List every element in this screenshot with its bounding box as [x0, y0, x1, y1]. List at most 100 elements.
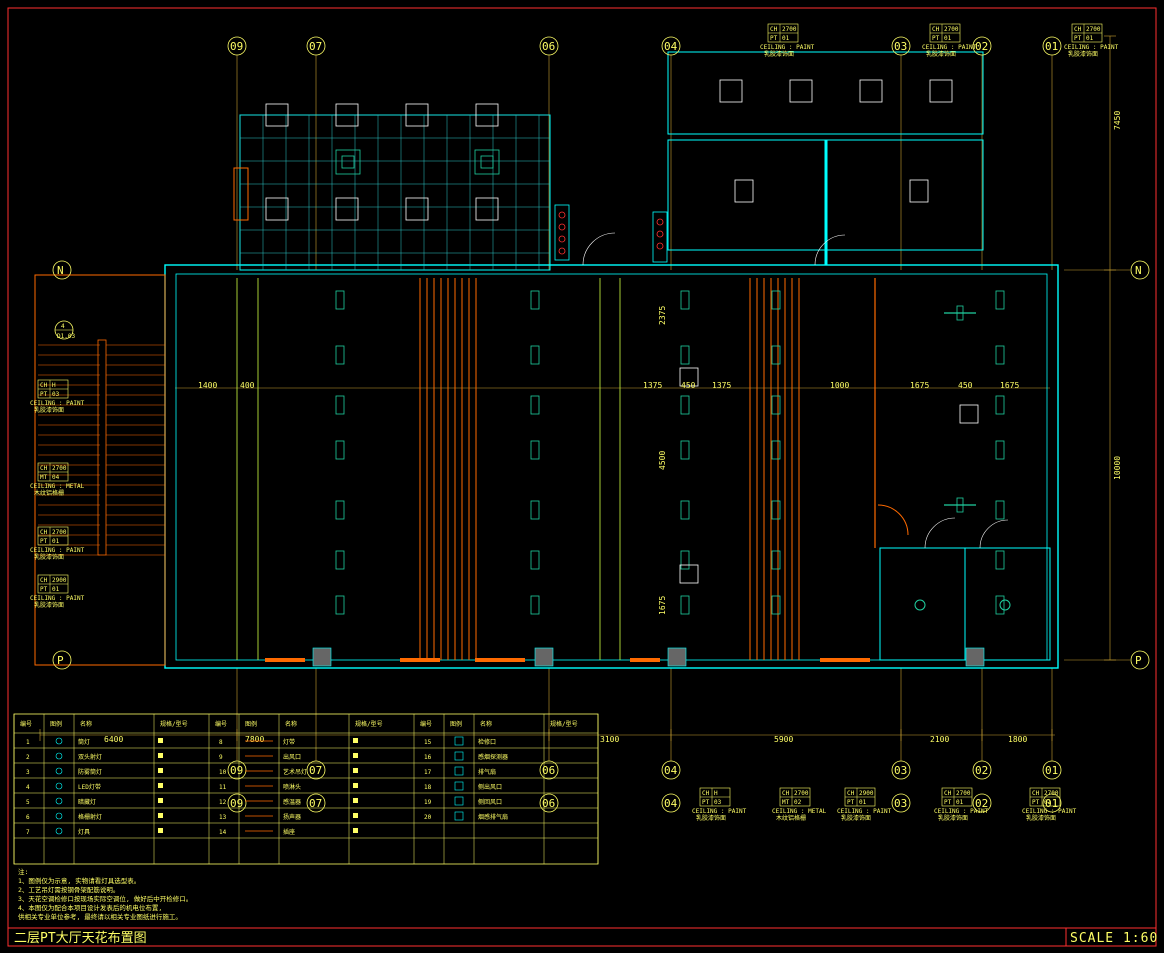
legend-header: 名称: [80, 720, 92, 728]
legend-no: 16: [424, 754, 432, 761]
legend-no: 1: [26, 739, 30, 746]
ceiling-tag-caption: CEILING : PAINT: [837, 808, 892, 815]
ceiling-tag-code: PT: [1074, 35, 1082, 42]
ceiling-tag-caption: CEILING : PAINT: [922, 44, 977, 51]
upper-diffuser: [719, 79, 743, 103]
ceiling-tag-code-value: 01: [52, 586, 60, 593]
legend-symbol: [454, 751, 464, 761]
ceiling-tag-material: 乳胶漆饰面: [696, 814, 726, 822]
ceiling-tag-caption: CEILING : PAINT: [934, 808, 989, 815]
ceiling-tag-material: 木纹铝格栅: [776, 814, 806, 822]
legend-spec-mark: [353, 753, 358, 758]
grid-axes: 09 07 06 04 03 02 0109090707060604040303020201…: [52, 36, 1150, 813]
linear-light: [680, 395, 690, 415]
legend-no: 2: [26, 754, 30, 761]
linear-light: [335, 550, 345, 570]
floor-strip: [475, 658, 525, 662]
axis-label-top: 07: [309, 40, 322, 53]
linear-light: [530, 500, 540, 520]
ceiling-tags: CH 2700PT 01CEILING : PAINT乳胶漆饰面CH 2700PT 01…: [30, 23, 1119, 822]
legend-spec-mark: [353, 738, 358, 743]
linear-light: [771, 440, 781, 460]
ceiling-tag-height: 2700: [782, 26, 797, 33]
linear-light: [335, 290, 345, 310]
exhaust-fan: [734, 179, 754, 203]
red-outlet: [656, 242, 664, 250]
linear-light: [771, 290, 781, 310]
legend-name: 侧回风口: [478, 798, 502, 806]
ceiling-tag-ch: CH: [40, 382, 48, 389]
ceiling-tag-height: 2900: [859, 790, 874, 797]
floor-strip: [630, 658, 660, 662]
legend-name: 暗藏灯: [78, 798, 96, 806]
ceiling-tag-code-value: 04: [52, 474, 60, 481]
legend-name: 烟感排气扇: [478, 813, 508, 821]
legend-name: 筒灯: [78, 738, 90, 746]
ceiling-tag-code-value: 02: [794, 799, 802, 806]
legend-symbol: [55, 767, 63, 775]
legend-spec-mark: [158, 753, 163, 758]
legend-no: 5: [26, 799, 30, 806]
ceiling-tag-code: MT: [782, 799, 790, 806]
drawing-scale: SCALE 1:60: [1070, 931, 1158, 946]
legend-symbol: [55, 797, 63, 805]
axis-label-bottom: 01: [1045, 764, 1058, 777]
upper-right-room: [667, 51, 984, 135]
ceiling-tag-code: PT: [702, 799, 710, 806]
legend-no: 3: [26, 769, 30, 776]
linear-light: [335, 345, 345, 365]
ceiling-tag-caption: CEILING : PAINT: [692, 808, 747, 815]
access-panel: [959, 404, 979, 424]
ceiling-tag-code-value: 01: [956, 799, 964, 806]
column: [534, 647, 554, 667]
legend-symbol: [55, 782, 63, 790]
legend-name: 插座: [283, 828, 295, 836]
legend-symbol: [55, 752, 63, 760]
legend-no: 20: [424, 814, 432, 821]
ceiling-tag-code-value: 01: [1086, 35, 1094, 42]
notes-block: 注:1、图例仅为示意, 实物请看灯具选型表。2、工艺吊灯需按钢骨架配筋说明。3、…: [18, 867, 192, 921]
legend-name: 灯具: [78, 828, 90, 836]
ceiling-tag-ch: CH: [40, 465, 48, 472]
dim-right-upper: 7450: [1113, 111, 1122, 130]
legend-name: 喷淋头: [283, 783, 301, 791]
legend-name: 格栅射灯: [78, 813, 102, 821]
note-line: 供相关专业单位参考, 最终请以相关专业图纸进行施工。: [18, 912, 182, 921]
ceiling-tag-height: 2700: [1044, 790, 1059, 797]
legend-no: 6: [26, 814, 30, 821]
grid-diffuser: [265, 197, 289, 221]
axis-label-top: 01: [1045, 40, 1058, 53]
pendant-lamp: [474, 149, 500, 175]
legend-symbol: [55, 827, 63, 835]
legend-no: 9: [219, 754, 223, 761]
grid-diffuser: [475, 197, 499, 221]
ceiling-plan-drawing: 二层PT大厅天花布置图 SCALE 1:60 7450 10000 6400 7…: [7, 7, 1158, 947]
legend-header: 规格/型号: [355, 720, 383, 728]
ceiling-tag-caption: CEILING : PAINT: [1064, 44, 1119, 51]
linear-light: [995, 440, 1005, 460]
legend-header: 规格/型号: [160, 720, 188, 728]
red-outlet: [558, 211, 566, 219]
legend-header: 图例: [450, 720, 462, 728]
ceiling-tag-code: PT: [40, 586, 48, 593]
legend-no: 7: [26, 829, 30, 836]
ceiling-tag-material: 乳胶漆饰面: [1068, 50, 1098, 58]
legend-name: 感烟探测器: [478, 753, 508, 761]
door-swing: [924, 517, 956, 549]
linear-light: [335, 500, 345, 520]
linear-light: [771, 500, 781, 520]
grid-diffuser: [405, 197, 429, 221]
legend-header: 编号: [420, 720, 432, 728]
dim-inner-11: 2375: [658, 306, 667, 325]
red-outlet: [656, 230, 664, 238]
legend-no: 17: [424, 769, 432, 776]
ceiling-tag-ch: CH: [770, 26, 778, 33]
note-line: 4、本图仅为配合本项目设计发表后的机电位布置,: [18, 903, 162, 912]
dim-inner-2: 400: [240, 381, 255, 390]
dim-inner-7: 1675: [910, 381, 929, 390]
ceiling-tag-caption: CEILING : PAINT: [30, 400, 85, 407]
ceiling-tag-ch: CH: [40, 529, 48, 536]
ceiling-tag-ch: CH: [847, 790, 855, 797]
legend-name: 灯带: [283, 738, 295, 746]
axis-label-bottom: 03: [894, 764, 907, 777]
